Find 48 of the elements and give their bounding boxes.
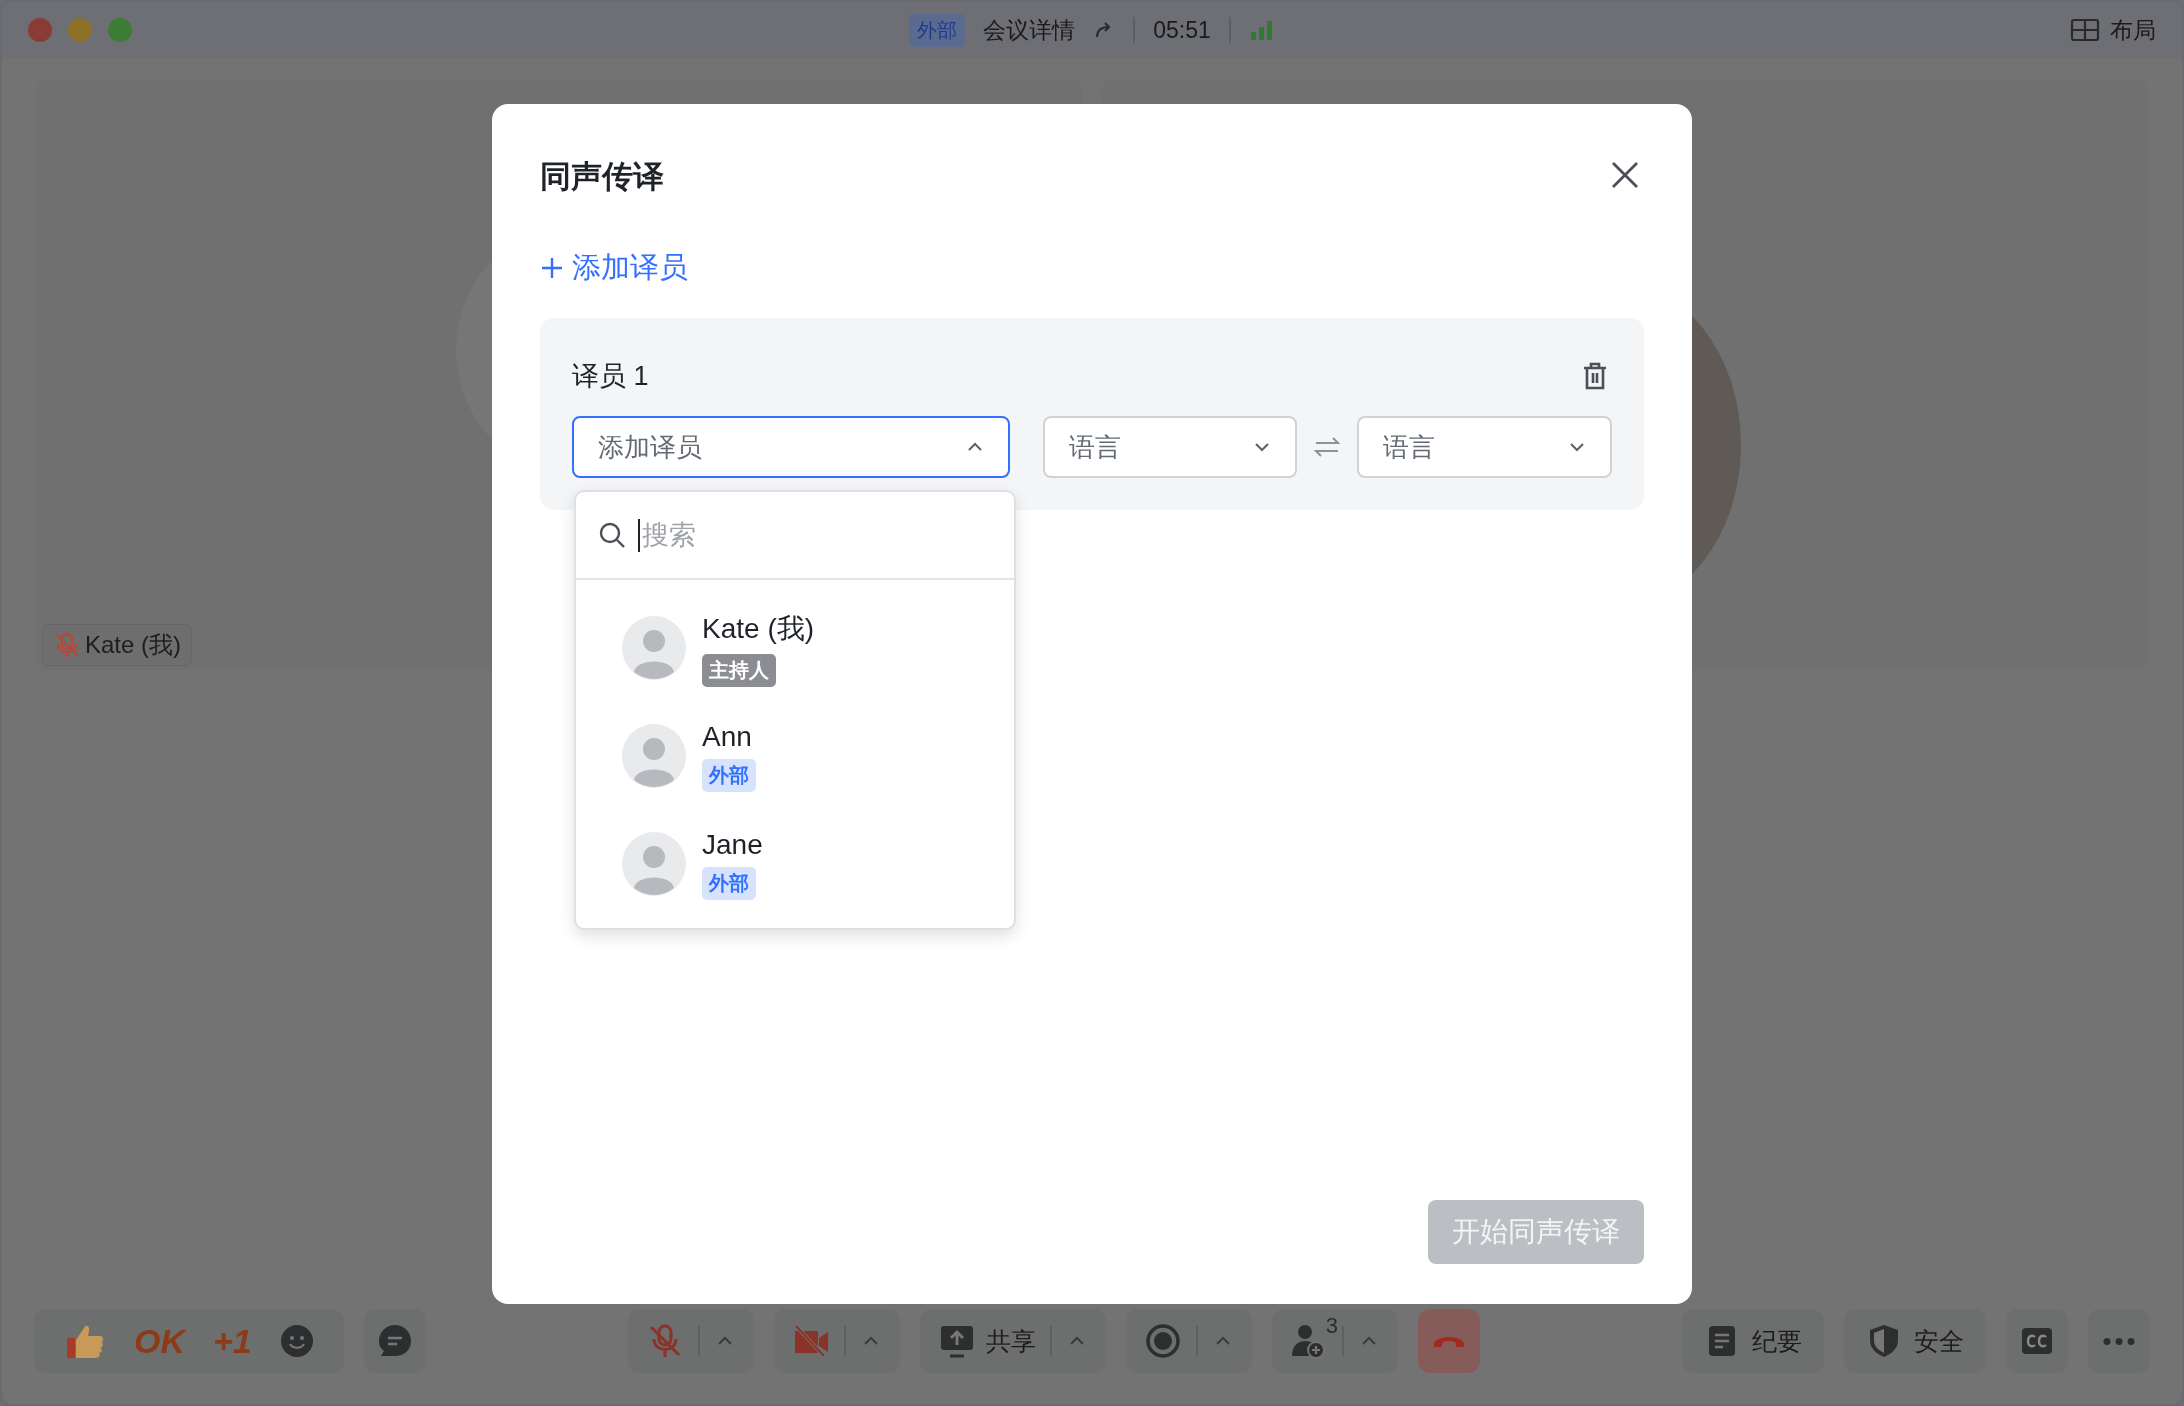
plus-icon bbox=[540, 256, 564, 280]
interpreter-label: 译员 1 bbox=[572, 360, 649, 393]
trash-icon bbox=[1582, 362, 1608, 390]
avatar-silhouette-icon bbox=[622, 832, 686, 896]
swap-languages-button[interactable] bbox=[1314, 436, 1341, 458]
more-dots-icon bbox=[2102, 1336, 2136, 1346]
person-name: Kate (我) bbox=[702, 611, 815, 646]
signal-bars-icon bbox=[1248, 19, 1275, 41]
meeting-details-link[interactable]: 会议详情 bbox=[983, 14, 1076, 46]
language-select[interactable]: 语言 bbox=[1042, 416, 1298, 478]
search-field[interactable]: 搜索 bbox=[638, 518, 944, 552]
security-button[interactable]: 安全 bbox=[1844, 1309, 1986, 1373]
hang-up-button[interactable] bbox=[1417, 1309, 1480, 1373]
layout-button[interactable]: 布局 bbox=[2070, 14, 2156, 46]
external-badge: 外部 bbox=[702, 758, 756, 792]
share-button[interactable]: 共享 bbox=[929, 1309, 1044, 1373]
record-icon bbox=[1143, 1322, 1182, 1360]
external-tag: 外部 bbox=[909, 13, 966, 47]
external-badge: 外部 bbox=[702, 866, 756, 900]
captions-button[interactable] bbox=[2006, 1309, 2068, 1373]
person-option[interactable]: Ann 外部 bbox=[576, 702, 1014, 810]
meeting-timer: 05:51 bbox=[1153, 16, 1211, 44]
host-badge: 主持人 bbox=[702, 653, 776, 687]
participants-button[interactable]: 3 bbox=[1281, 1309, 1336, 1373]
person-name: Ann bbox=[702, 720, 752, 753]
smiley-icon bbox=[279, 1324, 314, 1358]
chat-button[interactable] bbox=[363, 1309, 426, 1373]
minimize-light[interactable] bbox=[68, 18, 92, 42]
grid-layout-icon bbox=[2070, 18, 2100, 42]
interpreter-select[interactable]: 添加译员 bbox=[572, 416, 1010, 478]
dialog-title: 同声传译 bbox=[540, 158, 664, 196]
participant-name-tag: Kate (我) bbox=[42, 624, 193, 666]
avatar-silhouette-icon bbox=[622, 724, 686, 788]
notes-button[interactable]: 纪要 bbox=[1682, 1309, 1824, 1373]
search-icon bbox=[598, 521, 626, 549]
more-button[interactable] bbox=[2088, 1309, 2150, 1373]
person-option[interactable]: Jane 外部 bbox=[576, 810, 1014, 918]
close-icon bbox=[1610, 160, 1640, 190]
person-option[interactable]: Kate (我) 主持人 bbox=[576, 594, 1014, 702]
zoom-light[interactable] bbox=[108, 18, 132, 42]
close-light[interactable] bbox=[28, 18, 52, 42]
chat-bubble-icon bbox=[376, 1323, 413, 1359]
participant-count: 3 bbox=[1325, 1313, 1338, 1339]
language-select[interactable]: 语言 bbox=[1357, 416, 1612, 478]
avatar-silhouette-icon bbox=[622, 616, 686, 680]
person-name: Jane bbox=[702, 828, 763, 861]
add-interpreter-link[interactable]: 添加译员 bbox=[540, 248, 688, 288]
swap-arrows-icon bbox=[1314, 436, 1341, 458]
